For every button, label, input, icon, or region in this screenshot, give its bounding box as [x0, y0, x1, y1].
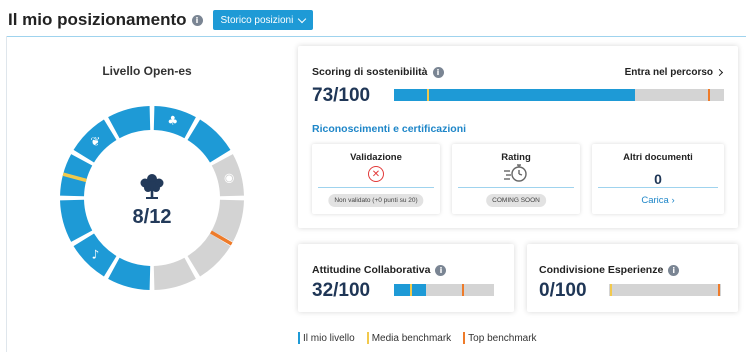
legend: Il mio livello Media benchmark Top bench… [298, 332, 537, 344]
upload-link-label: Carica [641, 195, 669, 206]
legend-label-media: Media benchmark [371, 332, 452, 344]
history-button-label: Storico posizioni [220, 14, 294, 26]
sharing-bar [609, 284, 721, 296]
bar-fill [394, 89, 635, 101]
legend-swatch-mine [298, 332, 300, 344]
attitude-label: Attitudine Collaborativa i [312, 264, 447, 276]
other-documents-card: Altri documenti 0 Carica › [592, 144, 724, 214]
validation-card: Validazione ✕ Non validato (+0 punti su … [312, 144, 440, 214]
ring-segment [153, 257, 196, 290]
header-divider [6, 36, 746, 37]
sharing-label: Condivisione Esperienze i [539, 264, 680, 276]
globe-icon: ◉ [224, 170, 234, 184]
legend-label-top: Top benchmark [468, 332, 537, 344]
ring-segment [187, 119, 231, 163]
legend-label-mine: Il mio livello [303, 332, 355, 344]
validation-title: Validazione [350, 152, 402, 163]
level-title: Livello Open-es [102, 64, 192, 78]
info-icon[interactable]: i [191, 14, 203, 26]
enter-path-link[interactable]: Entra nel percorso [624, 67, 724, 78]
note-icon: ♪ [92, 248, 100, 262]
info-icon[interactable]: i [435, 264, 447, 276]
legend-swatch-top [463, 332, 466, 344]
rating-badge: COMING SOON [486, 194, 546, 207]
sustainability-score: 73/100 [312, 85, 371, 106]
other-documents-title: Altri documenti [623, 152, 693, 163]
divider [598, 187, 718, 188]
top-marker [462, 284, 464, 296]
sharing-card: Condivisione Esperienze i 0/100 [527, 244, 738, 312]
recognitions-title: Riconoscimenti e certificazioni [312, 123, 467, 135]
media-marker [427, 89, 429, 101]
page-title: Il mio posizionamento [8, 10, 187, 29]
tree-small-icon: ♣ [167, 114, 178, 128]
enter-path-label: Entra nel percorso [624, 67, 713, 78]
chevron-right-icon: › [671, 195, 675, 206]
legend-swatch-media [366, 332, 369, 344]
top-marker [717, 284, 720, 296]
validation-badge: Non validato (+0 punti su 20) [328, 194, 424, 207]
rating-title: Rating [501, 152, 531, 163]
attitude-score: 32/100 [312, 280, 371, 301]
legend-item-top: Top benchmark [463, 332, 537, 344]
info-icon[interactable]: i [668, 264, 680, 276]
sharing-label-text: Condivisione Esperienze [539, 264, 664, 276]
chevron-right-icon [715, 68, 724, 77]
sharing-score: 0/100 [539, 280, 587, 301]
legend-item-mine: Il mio livello [298, 332, 355, 344]
sustainability-bar [394, 89, 724, 101]
stopwatch-icon [504, 164, 527, 182]
tree-icon [140, 174, 164, 199]
ring-segment [108, 257, 151, 290]
media-marker [610, 284, 613, 296]
media-marker [410, 284, 412, 296]
history-positions-button[interactable]: Storico posizioni [212, 10, 314, 30]
attitude-bar [394, 284, 494, 296]
legend-item-media: Media benchmark [366, 332, 452, 344]
info-icon[interactable]: i [432, 66, 444, 78]
ring-segment [60, 199, 93, 242]
sustainability-label: Scoring di sostenibilità i [312, 66, 444, 78]
sustainability-card: Scoring di sostenibilità i Entra nel per… [298, 46, 738, 228]
sustainability-label-text: Scoring di sostenibilità [312, 66, 428, 78]
divider [458, 187, 574, 188]
ring-segment [108, 106, 151, 139]
left-divider [6, 36, 7, 352]
x-circle-icon: ✕ [368, 166, 384, 182]
rating-card: Rating COMING SOON [452, 144, 580, 214]
top-marker [707, 89, 710, 101]
chevron-down-icon [298, 14, 307, 23]
level-value: 8/12 [132, 206, 172, 228]
attitude-label-text: Attitudine Collaborativa [312, 264, 431, 276]
header: Il mio posizionamento i Storico posizion… [8, 8, 314, 32]
divider [318, 187, 434, 188]
upload-link[interactable]: Carica › [592, 195, 724, 206]
sprout-icon: ❦ [90, 134, 100, 148]
other-documents-count: 0 [654, 171, 662, 187]
attitude-card: Attitudine Collaborativa i 32/100 [298, 244, 514, 312]
